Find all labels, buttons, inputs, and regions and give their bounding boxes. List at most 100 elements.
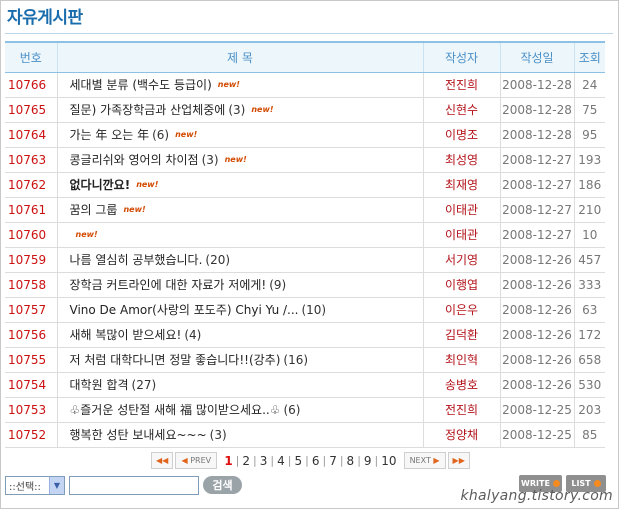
- post-date: 2008-12-28: [499, 122, 574, 148]
- write-button-label: WRITE: [521, 479, 550, 488]
- post-title-link[interactable]: 행복한 성탄 보내세요~~~: [70, 428, 207, 442]
- page-link[interactable]: 9: [364, 454, 372, 468]
- post-number: 10753: [5, 397, 57, 423]
- page-link[interactable]: 2: [242, 454, 250, 468]
- new-badge: new!: [175, 130, 198, 139]
- first-page-button[interactable]: ◀◀: [151, 452, 174, 469]
- post-hits: 95: [573, 122, 605, 148]
- comment-count: (3): [228, 103, 246, 117]
- orange-dot-icon: [593, 480, 601, 487]
- table-row: 10765 질문) 가족장학금과 산업체중에 (3) new! 신현수 2008-12-2…: [5, 97, 605, 123]
- post-writer[interactable]: 이은우: [422, 297, 500, 323]
- page-separator: |: [235, 454, 240, 467]
- post-subject-cell: 콩글리쉬와 영어의 차이점 (3) new!: [56, 147, 423, 173]
- post-number: 10763: [5, 147, 57, 173]
- column-header-subject: 제 목: [56, 41, 423, 73]
- page-numbers: 1 | 2 | 3 | 4 | 5 | 6 | 7 | 8 | 9 | 10: [221, 454, 399, 468]
- comment-count: (9): [269, 278, 287, 292]
- column-header-hits: 조회: [573, 41, 605, 73]
- post-date: 2008-12-28: [499, 97, 574, 123]
- prev-page-button[interactable]: ◀ PREV: [175, 452, 218, 469]
- search-input[interactable]: [69, 475, 199, 495]
- post-writer[interactable]: 이태관: [422, 197, 500, 223]
- post-subject-cell: 세대별 분류 (백수도 등급이) new!: [56, 72, 423, 98]
- page-separator: |: [357, 454, 361, 467]
- search-select-value: ::선택::: [9, 481, 41, 493]
- post-title-link[interactable]: 가는 年 오는 年: [70, 128, 150, 142]
- post-writer[interactable]: 최성영: [422, 147, 500, 173]
- new-badge: new!: [251, 105, 274, 114]
- post-writer[interactable]: 전진희: [422, 397, 500, 423]
- page-link[interactable]: 3: [260, 454, 268, 468]
- board-title: 자유게시판: [7, 8, 83, 28]
- post-date: 2008-12-26: [499, 297, 574, 323]
- post-title-link[interactable]: 장학금 커트라인에 대한 자료가 저에게!: [70, 278, 267, 292]
- post-title-link[interactable]: 콩글리쉬와 영어의 차이점: [70, 153, 199, 167]
- post-title-link[interactable]: ♧즐거운 성탄절 새해 福 많이받으세요..♧: [70, 403, 281, 417]
- page-link[interactable]: 4: [277, 454, 285, 468]
- post-hits: 193: [573, 147, 605, 173]
- post-writer[interactable]: 신현수: [422, 97, 500, 123]
- page-link[interactable]: 1: [224, 454, 232, 468]
- post-subject-cell: ♧즐거운 성탄절 새해 福 많이받으세요..♧ (6): [56, 397, 423, 423]
- page-separator: |: [374, 454, 379, 467]
- post-date: 2008-12-25: [499, 397, 574, 423]
- page-link[interactable]: 7: [329, 454, 337, 468]
- post-writer[interactable]: 서기영: [422, 247, 500, 273]
- page-link[interactable]: 5: [294, 454, 302, 468]
- post-number: 10758: [5, 272, 57, 298]
- post-number: 10754: [5, 372, 57, 398]
- post-number: 10756: [5, 322, 57, 348]
- post-writer[interactable]: 김덕환: [422, 322, 500, 348]
- page-link[interactable]: 8: [347, 454, 355, 468]
- table-row: 10761 꿈의 그룹 new! 이태관 2008-12-27 210: [5, 197, 605, 223]
- post-subject-cell: 행복한 성탄 보내세요~~~ (3): [56, 422, 423, 448]
- page-link[interactable]: 6: [312, 454, 320, 468]
- page-separator: |: [253, 454, 257, 467]
- post-title-link[interactable]: 세대별 분류 (백수도 등급이): [70, 78, 212, 92]
- post-title-link[interactable]: 꿈의 그룹: [70, 203, 118, 217]
- post-number: 10761: [5, 197, 57, 223]
- post-number: 10764: [5, 122, 57, 148]
- post-date: 2008-12-26: [499, 372, 574, 398]
- post-hits: 658: [573, 347, 605, 373]
- page-separator: |: [305, 454, 309, 467]
- search-bar: ::선택:: ▼ 검색: [5, 475, 242, 495]
- post-title-link[interactable]: Vino De Amor(사랑의 포도주) Chyi Yu /...: [70, 303, 299, 317]
- page-separator: |: [322, 454, 327, 467]
- post-number: 10760: [5, 222, 57, 248]
- post-title-link[interactable]: 없다니깐요!: [70, 178, 131, 192]
- search-button[interactable]: 검색: [203, 476, 242, 494]
- post-writer[interactable]: 정양채: [422, 422, 500, 448]
- post-subject-cell: 질문) 가족장학금과 산업체중에 (3) new!: [56, 97, 423, 123]
- comment-count: (27): [131, 378, 157, 392]
- post-hits: 210: [573, 197, 605, 223]
- post-title-link[interactable]: 나름 열심히 공부했습니다.: [70, 253, 203, 267]
- new-badge: new!: [217, 80, 240, 89]
- table-row: 10766 세대별 분류 (백수도 등급이) new! 전진희 2008-12-28 24: [5, 72, 605, 98]
- table-row: 10755 저 처럼 대학다니면 정말 좋습니다!!(강추) (16) 최인혁 2008…: [5, 347, 605, 373]
- post-writer[interactable]: 송병호: [422, 372, 500, 398]
- post-title-link[interactable]: 저 처럼 대학다니면 정말 좋습니다!!(강추): [70, 353, 281, 367]
- page-link[interactable]: 10: [381, 454, 396, 468]
- post-title-link[interactable]: 질문) 가족장학금과 산업체중에: [70, 103, 226, 117]
- table-row: 10763 콩글리쉬와 영어의 차이점 (3) new! 최성영 2008-12-27 19…: [5, 147, 605, 173]
- last-page-button[interactable]: ▶▶: [447, 452, 470, 469]
- next-page-button[interactable]: NEXT ▶: [403, 452, 446, 469]
- post-writer[interactable]: 이태관: [422, 222, 500, 248]
- post-date: 2008-12-27: [499, 172, 574, 198]
- post-writer[interactable]: 전진희: [422, 72, 500, 98]
- prev-label: PREV: [190, 456, 212, 465]
- new-badge: new!: [136, 180, 159, 189]
- post-writer[interactable]: 이행엽: [422, 272, 500, 298]
- chevron-down-icon: ▼: [49, 476, 64, 494]
- post-writer[interactable]: 최재영: [422, 172, 500, 198]
- post-writer[interactable]: 이명조: [422, 122, 500, 148]
- post-title-link[interactable]: 대학원 합격: [70, 378, 129, 392]
- post-title-link[interactable]: 새해 복많이 받으세요!: [70, 328, 182, 342]
- table-row: 10758 장학금 커트라인에 대한 자료가 저에게! (9) 이행엽 2008-12-…: [5, 272, 605, 298]
- post-subject-cell: 가는 年 오는 年 (6) new!: [56, 122, 423, 148]
- post-writer[interactable]: 최인혁: [422, 347, 500, 373]
- next-label: NEXT: [409, 456, 431, 465]
- search-field-select[interactable]: ::선택:: ▼: [5, 475, 65, 495]
